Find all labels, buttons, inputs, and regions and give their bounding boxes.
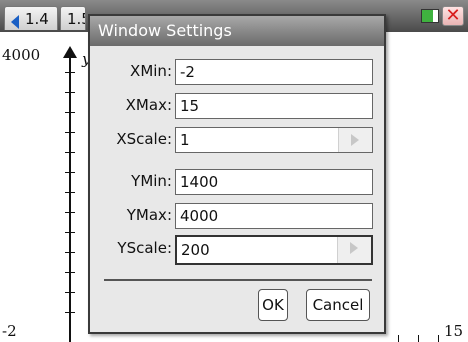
ok-button[interactable]: OK: [258, 289, 288, 321]
xmin-field[interactable]: -2: [175, 59, 373, 85]
xscale-label: XScale:: [116, 130, 172, 148]
y-tick: [65, 72, 75, 73]
xmin-label: XMin:: [130, 62, 172, 80]
cancel-button[interactable]: Cancel: [306, 289, 370, 321]
xscale-dropdown-button[interactable]: [338, 128, 372, 152]
yscale-label: YScale:: [117, 239, 172, 257]
y-max-label: 4000: [2, 46, 41, 64]
x-tick: [438, 335, 439, 342]
previous-page-icon[interactable]: [11, 15, 19, 29]
tab-page-1-4[interactable]: 1.4: [4, 6, 58, 30]
y-tick: [65, 92, 75, 93]
ymax-field[interactable]: 4000: [175, 203, 373, 229]
ymax-label: YMax:: [126, 206, 172, 224]
xscale-value: 1: [180, 131, 190, 149]
tab-label: 1.4: [25, 10, 49, 28]
y-tick: [65, 232, 75, 233]
x-tick: [398, 335, 399, 342]
y-tick: [65, 292, 75, 293]
y-tick: [65, 112, 75, 113]
yscale-field[interactable]: 200: [175, 235, 373, 265]
y-tick: [65, 172, 75, 173]
yscale-value: 200: [181, 241, 210, 259]
tab-label: 1.5: [67, 10, 85, 28]
x-tick: [418, 335, 419, 342]
y-tick: [65, 152, 75, 153]
dialog-title: Window Settings: [90, 16, 384, 46]
tab-page-1-5[interactable]: 1.5: [60, 6, 86, 30]
y-tick: [65, 252, 75, 253]
close-icon[interactable]: ✕: [442, 6, 464, 26]
ymin-label: YMin:: [131, 172, 172, 190]
x-max-label: 15: [444, 322, 464, 340]
arrow-right-icon: [351, 134, 359, 146]
y-tick: [65, 312, 75, 313]
y-axis-arrow-icon: [63, 46, 77, 58]
xscale-field[interactable]: 1: [175, 127, 373, 153]
y-tick: [65, 212, 75, 213]
arrow-right-icon: [350, 242, 358, 254]
y-tick: [65, 132, 75, 133]
window-settings-dialog: Window Settings XMin: -2 XMax: 15 XScale…: [88, 14, 386, 334]
xmax-label: XMax:: [125, 96, 172, 114]
battery-icon: [421, 9, 439, 23]
dialog-separator: [104, 279, 372, 281]
y-tick: [65, 272, 75, 273]
yscale-dropdown-button[interactable]: [337, 237, 371, 263]
ymin-field[interactable]: 1400: [175, 169, 373, 195]
x-min-label: -2: [2, 322, 17, 340]
y-axis: [69, 52, 71, 342]
xmax-field[interactable]: 15: [175, 93, 373, 119]
y-tick: [65, 192, 75, 193]
